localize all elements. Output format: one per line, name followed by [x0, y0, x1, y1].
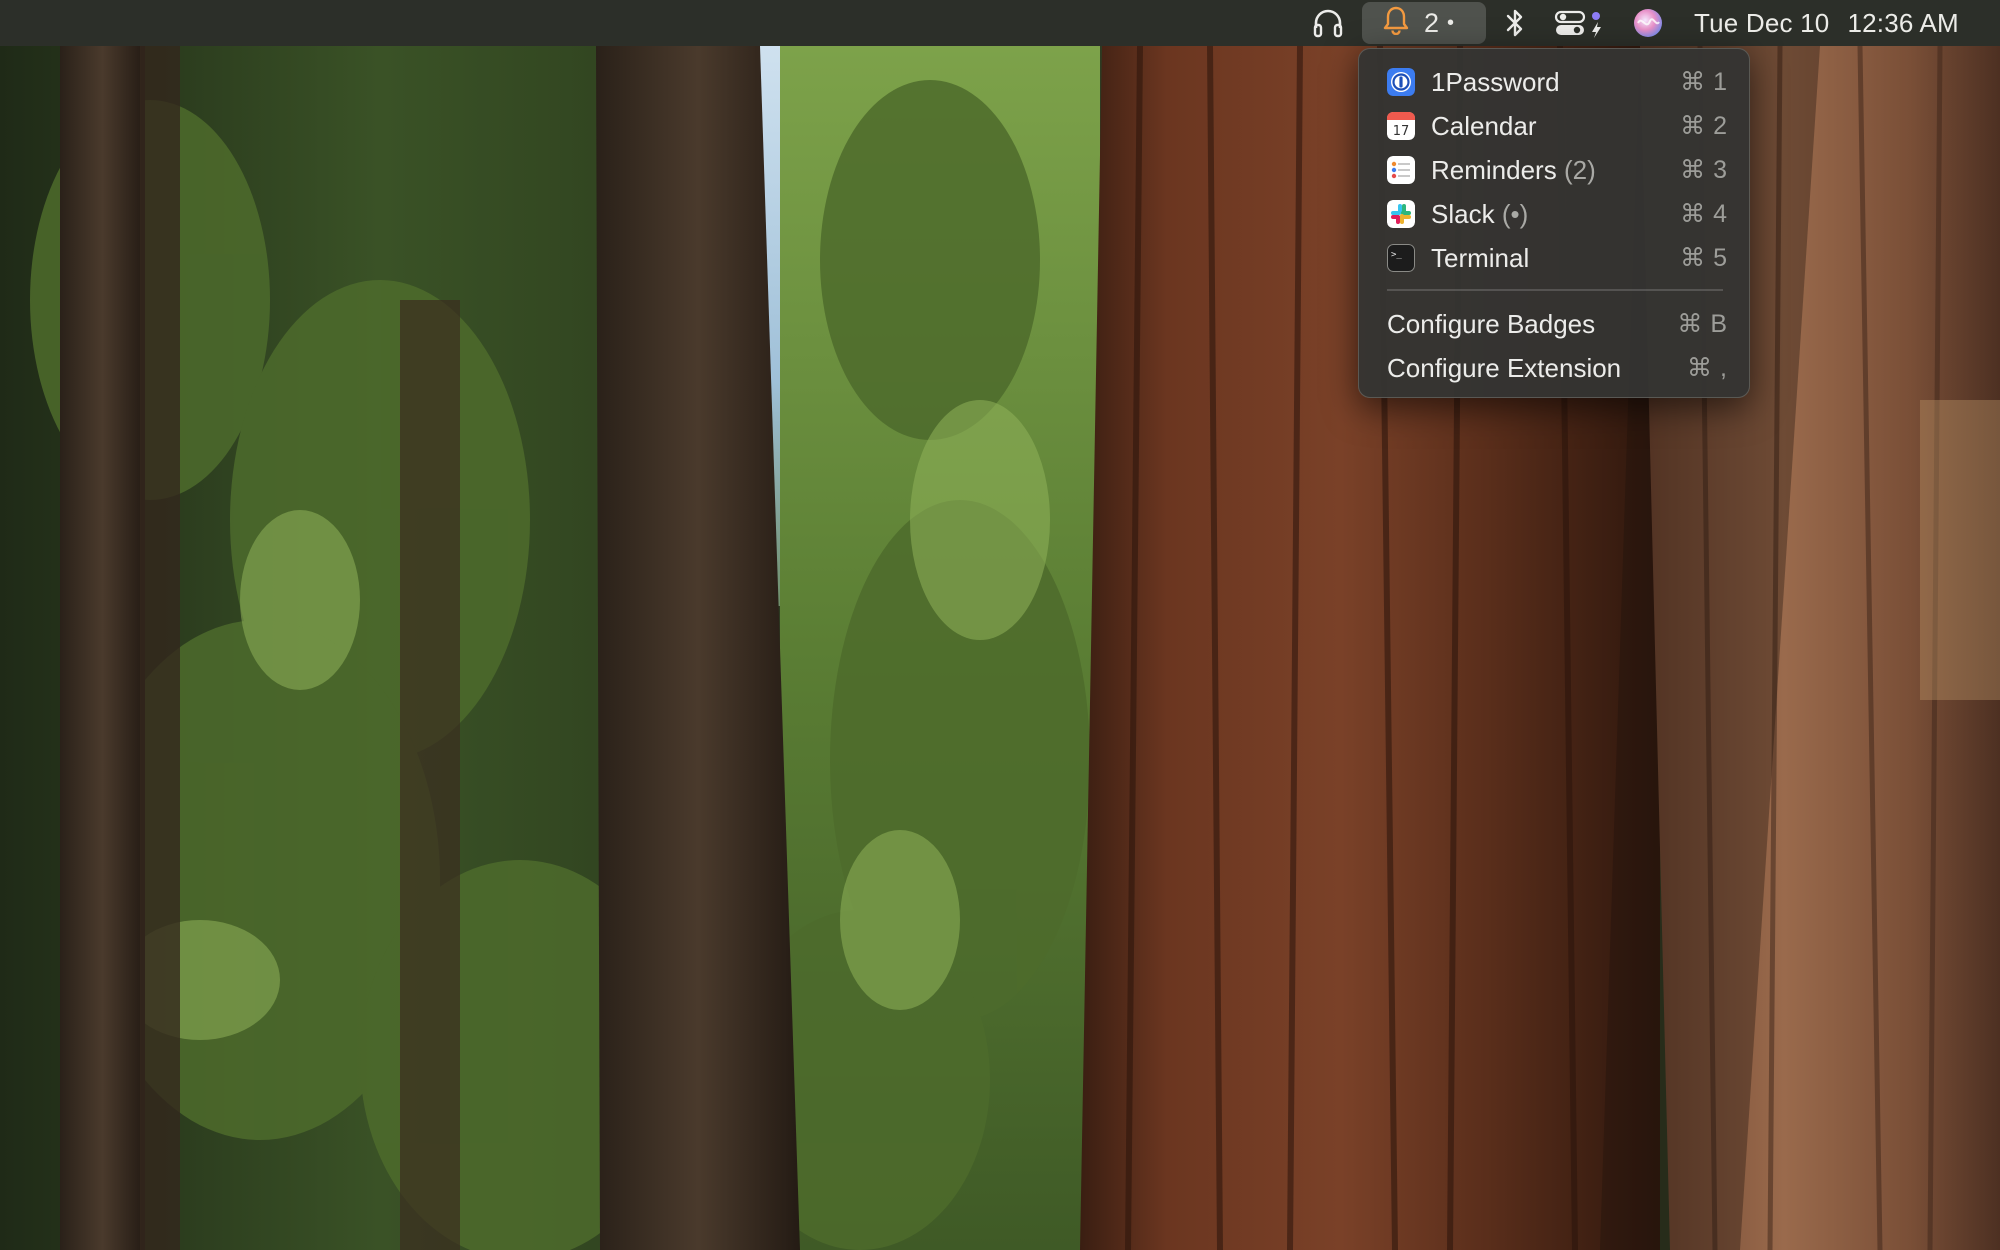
menu-item-configure-badges[interactable]: Configure Badges ⌘ B	[1371, 304, 1739, 344]
menu-item-label: Reminders	[1431, 155, 1557, 185]
shortcut-hint: ⌘ 2	[1680, 112, 1727, 140]
shortcut-hint: ⌘,	[1687, 354, 1727, 382]
menu-item-label: Configure Extension	[1387, 353, 1622, 383]
menu-item-badge: (•)	[1501, 199, 1529, 229]
shortcut-hint: ⌘ 1	[1680, 68, 1727, 96]
menu-item-1password[interactable]: 1Password ⌘ 1	[1371, 62, 1739, 102]
bell-icon	[1382, 5, 1410, 42]
menu-bar: 2 • Tue Dec 10 12:36 AM	[0, 0, 2000, 46]
bluetooth-icon[interactable]	[1500, 0, 1530, 46]
control-center-icon[interactable]	[1552, 0, 1608, 46]
headphones-icon[interactable]	[1308, 0, 1348, 46]
menu-divider	[1387, 289, 1723, 291]
svg-text:17: 17	[1393, 124, 1410, 139]
clock-time: 12:36 AM	[1847, 7, 1959, 38]
menu-item-badge: (2)	[1563, 155, 1596, 185]
badge-count: 2	[1424, 7, 1440, 38]
menu-item-configure-extension[interactable]: Configure Extension ⌘,	[1371, 348, 1739, 388]
menu-item-label: Configure Badges	[1387, 309, 1596, 339]
menu-item-terminal[interactable]: >_ Terminal ⌘ 5	[1371, 238, 1739, 278]
shortcut-hint: ⌘ B	[1677, 310, 1727, 338]
menubar-clock[interactable]: Tue Dec 10 12:36 AM	[1694, 0, 1964, 46]
menu-item-reminders[interactable]: Reminders (2) ⌘ 3	[1371, 150, 1739, 190]
badges-dropdown-menu: 1Password ⌘ 1 17 Calendar ⌘ 2 Reminders …	[1358, 48, 1750, 398]
desktop: 2 • Tue Dec 10 12:36 AM 1Password ⌘ 1 17…	[0, 0, 2000, 1250]
calendar-icon: 17	[1387, 112, 1415, 140]
menu-item-label: Slack	[1431, 199, 1495, 229]
reminders-icon	[1387, 156, 1415, 184]
clock-date: Tue Dec 10	[1694, 7, 1830, 38]
menu-item-label: 1Password	[1431, 67, 1560, 97]
siri-icon[interactable]	[1628, 0, 1668, 46]
svg-text:>_: >_	[1391, 250, 1402, 260]
badges-menu-button[interactable]: 2 •	[1362, 2, 1486, 44]
menu-item-label: Calendar	[1431, 111, 1537, 141]
shortcut-hint: ⌘ 3	[1680, 156, 1727, 184]
badge-dot: •	[1447, 11, 1455, 34]
slack-icon	[1387, 200, 1415, 228]
shortcut-hint: ⌘ 4	[1680, 200, 1727, 228]
terminal-icon: >_	[1387, 244, 1415, 272]
menu-item-calendar[interactable]: 17 Calendar ⌘ 2	[1371, 106, 1739, 146]
shortcut-hint: ⌘ 5	[1680, 244, 1727, 272]
1password-icon	[1387, 68, 1415, 96]
menu-item-label: Terminal	[1431, 243, 1530, 273]
menu-item-slack[interactable]: Slack (•) ⌘ 4	[1371, 194, 1739, 234]
